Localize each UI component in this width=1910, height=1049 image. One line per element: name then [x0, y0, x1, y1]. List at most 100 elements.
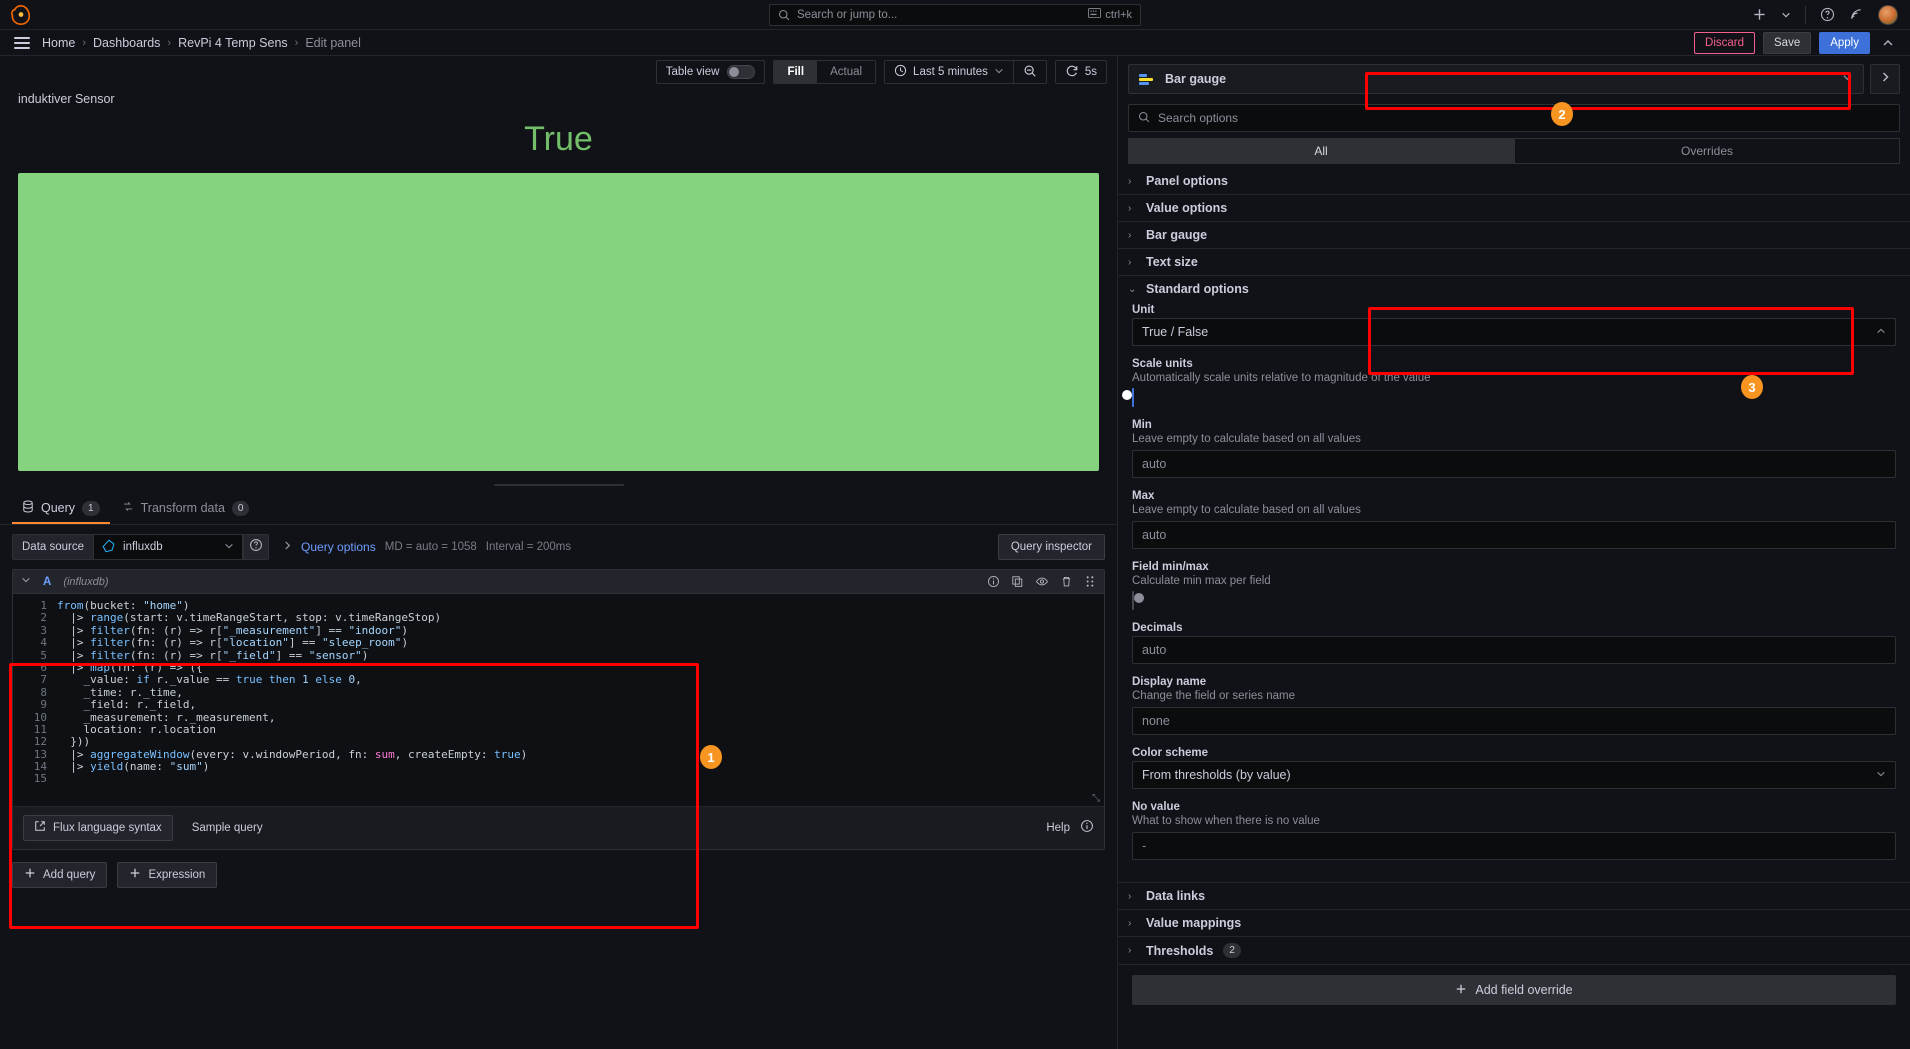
chevron-right-icon — [1880, 70, 1891, 88]
query-options[interactable]: Query options MD = auto = 1058 Interval … — [283, 540, 571, 554]
grafana-logo-icon[interactable] — [10, 4, 32, 26]
tab-all[interactable]: All — [1128, 138, 1514, 164]
scale-units-switch[interactable] — [1122, 388, 1134, 407]
drag-handle-icon[interactable] — [1084, 575, 1096, 588]
flux-language-syntax-button[interactable]: Flux language syntax — [23, 814, 173, 841]
section-value-options[interactable]: › Value options — [1118, 195, 1910, 222]
breadcrumb-item-home[interactable]: Home — [42, 36, 75, 50]
fill-button[interactable]: Fill — [774, 61, 818, 83]
color-scheme-select[interactable]: From thresholds (by value) — [1132, 761, 1896, 789]
tab-query[interactable]: Query 1 — [12, 492, 110, 524]
chevron-down-icon — [1842, 72, 1853, 86]
search-icon — [1138, 111, 1150, 126]
field-color-scheme: Color scheme From thresholds (by value) — [1132, 747, 1896, 789]
copy-icon[interactable] — [1011, 575, 1024, 588]
query-inspector-button[interactable]: Query inspector — [997, 534, 1105, 560]
eye-icon[interactable] — [1035, 575, 1049, 588]
options-search-wrap: Search options — [1118, 100, 1910, 138]
section-value-mappings[interactable]: › Value mappings — [1118, 910, 1910, 937]
refresh-button[interactable]: 5s — [1056, 61, 1106, 83]
breadcrumb-item-dashboards[interactable]: Dashboards — [93, 36, 160, 50]
visualization-picker[interactable]: Bar gauge — [1128, 64, 1864, 94]
zoom-out-button[interactable] — [1014, 61, 1046, 83]
chevron-down-icon[interactable] — [1781, 10, 1791, 20]
trash-icon[interactable] — [1060, 575, 1073, 588]
min-label: Min — [1132, 419, 1152, 431]
section-text-size[interactable]: › Text size — [1118, 249, 1910, 276]
field-minmax-label: Field min/max — [1132, 561, 1209, 573]
unit-select[interactable]: True / False — [1132, 318, 1896, 346]
tab-transform-data[interactable]: Transform data 0 — [112, 492, 260, 524]
avatar[interactable] — [1878, 4, 1898, 25]
flux-code-editor[interactable]: 1 from(bucket: "home") 2 |> range(start: v… — [13, 594, 1104, 788]
breadcrumb-item-dashboard-name[interactable]: RevPi 4 Temp Sens — [178, 36, 288, 50]
chevron-down-icon — [224, 541, 234, 553]
search-input[interactable]: Search or jump to... ctrl+k — [769, 3, 1141, 26]
field-minmax-switch[interactable] — [1132, 591, 1144, 610]
section-title: Panel options — [1146, 174, 1228, 188]
standard-options-body: Unit True / False Scale units Automatica… — [1118, 302, 1910, 882]
decimals-label: Decimals — [1132, 622, 1183, 634]
add-expression-button[interactable]: Expression — [117, 861, 218, 888]
save-button[interactable]: Save — [1763, 31, 1812, 54]
min-desc: Leave empty to calculate based on all va… — [1132, 433, 1361, 445]
tab-overrides[interactable]: Overrides — [1514, 138, 1900, 164]
tab-transform-label: Transform data — [140, 501, 225, 515]
sample-query-button[interactable]: Sample query — [181, 815, 274, 841]
min-input[interactable]: auto — [1132, 450, 1896, 478]
refresh-icon — [1065, 64, 1079, 81]
plus-icon[interactable] — [1752, 7, 1767, 22]
time-range-picker[interactable]: Last 5 minutes — [885, 61, 1013, 83]
page-title: induktiver Sensor — [18, 92, 115, 106]
visualization-picker-row: Bar gauge — [1118, 56, 1910, 100]
section-data-links[interactable]: › Data links — [1118, 882, 1910, 910]
chevron-right-icon: › — [1128, 202, 1132, 214]
unit-value: True / False — [1142, 325, 1209, 339]
section-standard-options[interactable]: ⌄ Standard options — [1118, 276, 1910, 302]
help-label[interactable]: Help — [1046, 822, 1070, 834]
field-scale-units: Scale units Automatically scale units re… — [1122, 358, 1896, 407]
chevron-up-icon[interactable] — [1878, 37, 1898, 49]
chevron-right-icon: › — [1128, 945, 1132, 956]
field-no-value: No value What to show when there is no v… — [1132, 801, 1896, 860]
hamburger-menu-icon[interactable] — [14, 34, 30, 52]
query-ref-id: A — [43, 575, 52, 588]
actual-button[interactable]: Actual — [817, 61, 875, 83]
panel-resize-handle[interactable] — [0, 479, 1117, 491]
line-number: 8 — [40, 685, 47, 699]
code-resize-handle[interactable]: ⤡ — [1092, 793, 1100, 804]
info-circle-icon[interactable] — [1080, 819, 1094, 836]
query-datasource-name: (influxdb) — [63, 575, 109, 588]
add-query-button[interactable]: Add query — [12, 861, 108, 888]
field-display-name: Display name Change the field or series … — [1132, 676, 1896, 735]
max-input[interactable]: auto — [1132, 521, 1896, 549]
datasource-picker[interactable]: influxdb — [93, 534, 244, 560]
options-scroll-area[interactable]: › Panel options › Value options › Bar ga… — [1118, 168, 1910, 1049]
time-range-label: Last 5 minutes — [913, 66, 988, 78]
field-min-max-toggle: Field min/max Calculate min max per fiel… — [1132, 561, 1896, 610]
max-placeholder: auto — [1142, 528, 1167, 542]
rss-icon[interactable] — [1849, 7, 1864, 22]
line-number: 6 — [40, 660, 47, 674]
decimals-input[interactable]: auto — [1132, 636, 1896, 664]
display-name-input[interactable]: none — [1132, 707, 1896, 735]
refresh-controls: 5s — [1054, 60, 1107, 84]
section-bar-gauge[interactable]: › Bar gauge — [1118, 222, 1910, 249]
search-shortcut-text: ctrl+k — [1105, 8, 1132, 21]
search-options-input[interactable]: Search options — [1128, 104, 1900, 132]
section-panel-options[interactable]: › Panel options — [1118, 168, 1910, 195]
table-view-toggle[interactable]: Table view — [655, 60, 766, 84]
help-circle-icon[interactable] — [1820, 7, 1835, 22]
add-field-override-button[interactable]: Add field override — [1132, 975, 1896, 1005]
query-options-label[interactable]: Query options — [301, 540, 376, 554]
apply-button[interactable]: Apply — [1819, 31, 1870, 54]
chevron-down-icon[interactable] — [21, 575, 31, 588]
no-value-input[interactable]: - — [1132, 832, 1896, 860]
table-view-switch[interactable] — [727, 65, 756, 79]
section-thresholds[interactable]: › Thresholds 2 — [1118, 937, 1910, 965]
datasource-help-button[interactable] — [243, 534, 270, 560]
collapse-options-pane-button[interactable] — [1870, 64, 1900, 94]
line-number: 5 — [40, 648, 47, 662]
info-circle-icon[interactable] — [987, 575, 1000, 588]
discard-button[interactable]: Discard — [1694, 31, 1755, 54]
